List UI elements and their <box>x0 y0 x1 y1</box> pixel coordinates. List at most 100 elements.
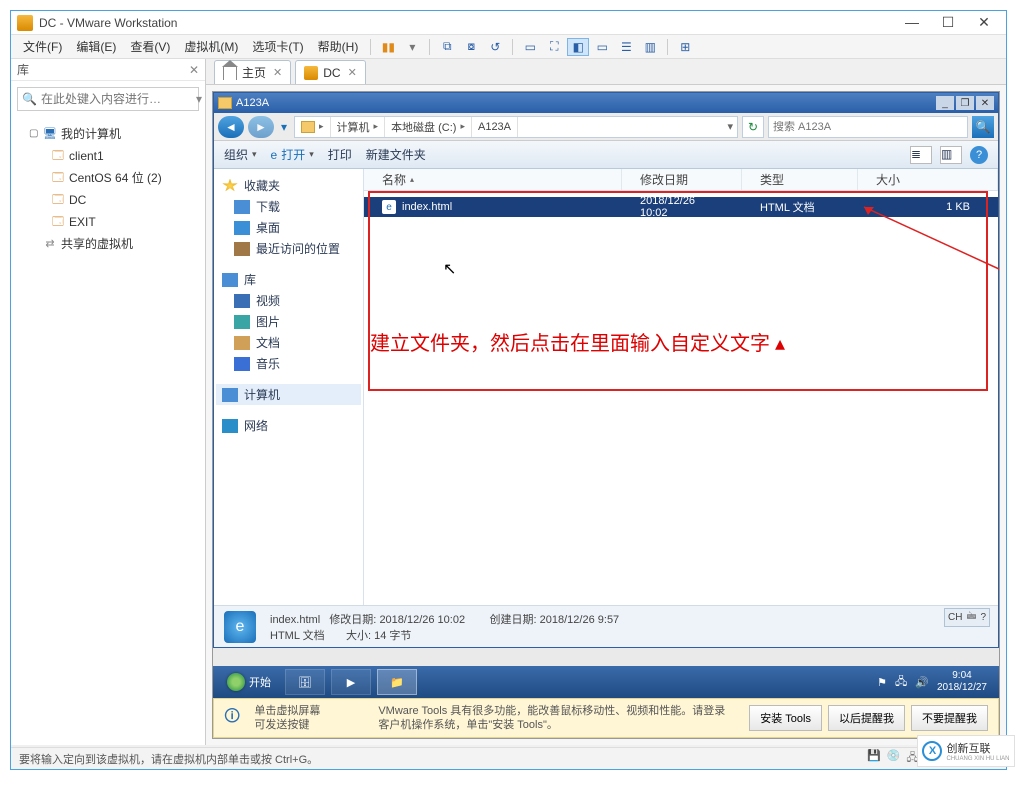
crumb-drive[interactable]: 本地磁盘 (C:) <box>391 119 456 135</box>
maximize-button[interactable]: ☐ <box>936 14 960 31</box>
refresh-button[interactable]: ↻ <box>742 116 764 138</box>
view-mode-1-icon[interactable]: ◧ <box>567 38 589 56</box>
menu-vm[interactable]: 虚拟机(M) <box>178 36 244 57</box>
side-videos[interactable]: 视频 <box>216 290 361 311</box>
side-network[interactable]: 网络 <box>216 415 361 436</box>
minimize-button[interactable]: — <box>900 14 924 31</box>
tray-network-icon[interactable]: 🖧 <box>895 673 907 692</box>
taskbar-server-manager[interactable]: 🗄 <box>285 669 325 695</box>
vmware-statusbar: 要将输入定向到该虚拟机，请在虚拟机内部单击或按 Ctrl+G。 💾 💿 🖧 🔌 … <box>11 747 1006 769</box>
library-search-input[interactable] <box>41 92 196 106</box>
crumb-computer[interactable]: 计算机 <box>337 119 370 135</box>
tree-vm-dc[interactable]: 🗔DC <box>15 189 201 211</box>
tab-home[interactable]: 主页 ✕ <box>214 60 291 84</box>
view-mode-2-icon[interactable]: ▭ <box>591 38 613 56</box>
snapshot-icon[interactable]: ⧉ <box>436 38 458 56</box>
help-icon[interactable]: ? <box>970 146 988 164</box>
file-row[interactable]: eindex.html 2018/12/26 10:02 HTML 文档 1 K… <box>364 197 998 217</box>
side-documents[interactable]: 文档 <box>216 332 361 353</box>
side-desktop[interactable]: 桌面 <box>216 217 361 238</box>
revert-icon[interactable]: ↺ <box>484 38 506 56</box>
nav-back-button[interactable]: ◄ <box>218 116 244 138</box>
side-downloads[interactable]: 下载 <box>216 196 361 217</box>
tray-flag-icon[interactable]: ⚑ <box>877 676 887 689</box>
vmware-titlebar[interactable]: DC - VMware Workstation — ☐ ✕ <box>11 11 1006 35</box>
pause-icon[interactable]: ▮▮ <box>377 38 399 56</box>
status-disk-icon[interactable]: 💾 <box>867 749 881 768</box>
tray-clock[interactable]: 9:04 2018/12/27 <box>937 670 987 694</box>
tree-shared-vms[interactable]: ⇄共享的虚拟机 <box>15 233 201 255</box>
library-search[interactable]: 🔍 ▾ <box>17 87 199 111</box>
explorer-search-input[interactable] <box>773 121 963 133</box>
library-tree: ▢🖥我的计算机 🗔client1 🗔CentOS 64 位 (2) 🗔DC 🗔E… <box>11 117 205 261</box>
status-cd-icon[interactable]: 💿 <box>887 749 901 768</box>
preview-pane-icon[interactable]: ▥ <box>940 146 962 164</box>
right-area: 主页 ✕ DC ✕ A123A _ ❐ <box>206 59 1006 745</box>
lang-indicator[interactable]: CH🖮? <box>944 608 990 627</box>
toolbar-newfolder[interactable]: 新建文件夹 <box>366 146 426 163</box>
crumb-dropdown-icon[interactable]: ▾ <box>723 120 737 133</box>
snapshot-manager-icon[interactable]: ⧇ <box>460 38 482 56</box>
tree-vm-centos[interactable]: 🗔CentOS 64 位 (2) <box>15 167 201 189</box>
view-mode-3-icon[interactable]: ☰ <box>615 38 637 56</box>
side-music[interactable]: 音乐 <box>216 353 361 374</box>
remind-later-button[interactable]: 以后提醒我 <box>828 705 905 731</box>
never-remind-button[interactable]: 不要提醒我 <box>911 705 988 731</box>
search-go-button[interactable]: 🔍 <box>972 116 994 138</box>
exp-min-button[interactable]: _ <box>936 96 954 110</box>
install-tools-button[interactable]: 安装 Tools <box>749 705 822 731</box>
menu-view[interactable]: 查看(V) <box>124 36 176 57</box>
side-computer[interactable]: 计算机 <box>216 384 361 405</box>
col-size[interactable]: 大小 <box>858 169 998 190</box>
col-date[interactable]: 修改日期 <box>622 169 742 190</box>
picture-icon <box>234 315 250 329</box>
annotation-frame <box>368 191 988 391</box>
col-type[interactable]: 类型 <box>742 169 858 190</box>
explorer-search[interactable] <box>768 116 968 138</box>
close-button[interactable]: ✕ <box>972 14 996 31</box>
explorer-titlebar[interactable]: A123A _ ❐ ✕ <box>214 93 998 113</box>
nav-forward-button[interactable]: ► <box>248 116 274 138</box>
menu-help[interactable]: 帮助(H) <box>312 36 365 57</box>
taskbar-powershell[interactable]: ▶ <box>331 669 371 695</box>
exp-restore-button[interactable]: ❐ <box>956 96 974 110</box>
side-libraries[interactable]: 库 <box>216 269 361 290</box>
col-name[interactable]: 名称▴ <box>364 169 622 190</box>
folder-icon <box>301 121 315 133</box>
library-pane: 库 ✕ 🔍 ▾ ▢🖥我的计算机 🗔client1 🗔CentOS 64 位 (2… <box>11 59 206 745</box>
tree-vm-client1[interactable]: 🗔client1 <box>15 145 201 167</box>
tree-vm-exit[interactable]: 🗔EXIT <box>15 211 201 233</box>
tab-close-icon[interactable]: ✕ <box>348 66 357 79</box>
breadcrumb[interactable]: ▸ 计算机▸ 本地磁盘 (C:)▸ A123A ▾ <box>294 116 738 138</box>
view-options-icon[interactable]: ≣ <box>910 146 932 164</box>
menu-edit[interactable]: 编辑(E) <box>70 36 122 57</box>
toolbar-open[interactable]: e打开▾ <box>271 146 314 163</box>
toolbar-dropdown-icon[interactable]: ▾ <box>401 38 423 56</box>
fullscreen-icon[interactable]: ⛶ <box>543 38 565 56</box>
side-favorites[interactable]: 收藏夹 <box>216 175 361 196</box>
unity-icon[interactable]: ⊞ <box>674 38 696 56</box>
side-recent[interactable]: 最近访问的位置 <box>216 238 361 259</box>
crumb-folder[interactable]: A123A <box>478 121 511 133</box>
toolbar-print[interactable]: 打印 <box>328 146 352 163</box>
nav-history-dropdown[interactable]: ▾ <box>278 116 290 138</box>
fit-guest-icon[interactable]: ▭ <box>519 38 541 56</box>
exp-close-button[interactable]: ✕ <box>976 96 994 110</box>
guest-display[interactable]: A123A _ ❐ ✕ ◄ ► ▾ ▸ 计算机▸ <box>212 91 1000 739</box>
search-dropdown-icon[interactable]: ▾ <box>196 92 202 106</box>
start-button[interactable]: 开始 <box>219 671 279 693</box>
ime-icon[interactable]: 🖮 <box>966 609 976 626</box>
library-close-icon[interactable]: ✕ <box>189 63 199 77</box>
taskbar-explorer[interactable]: 📁 <box>377 669 417 695</box>
view-mode-4-icon[interactable]: ▥ <box>639 38 661 56</box>
side-pictures[interactable]: 图片 <box>216 311 361 332</box>
tab-dc[interactable]: DC ✕ <box>295 60 366 84</box>
toolbar-organize[interactable]: 组织▾ <box>224 146 257 163</box>
help-small-icon[interactable]: ? <box>980 612 986 623</box>
file-big-icon: e <box>224 611 256 643</box>
tray-sound-icon[interactable]: 🔊 <box>915 676 929 689</box>
menu-tabs[interactable]: 选项卡(T) <box>246 36 309 57</box>
tree-my-computer[interactable]: ▢🖥我的计算机 <box>15 123 201 145</box>
tab-close-icon[interactable]: ✕ <box>273 66 282 79</box>
menu-file[interactable]: 文件(F) <box>17 36 68 57</box>
